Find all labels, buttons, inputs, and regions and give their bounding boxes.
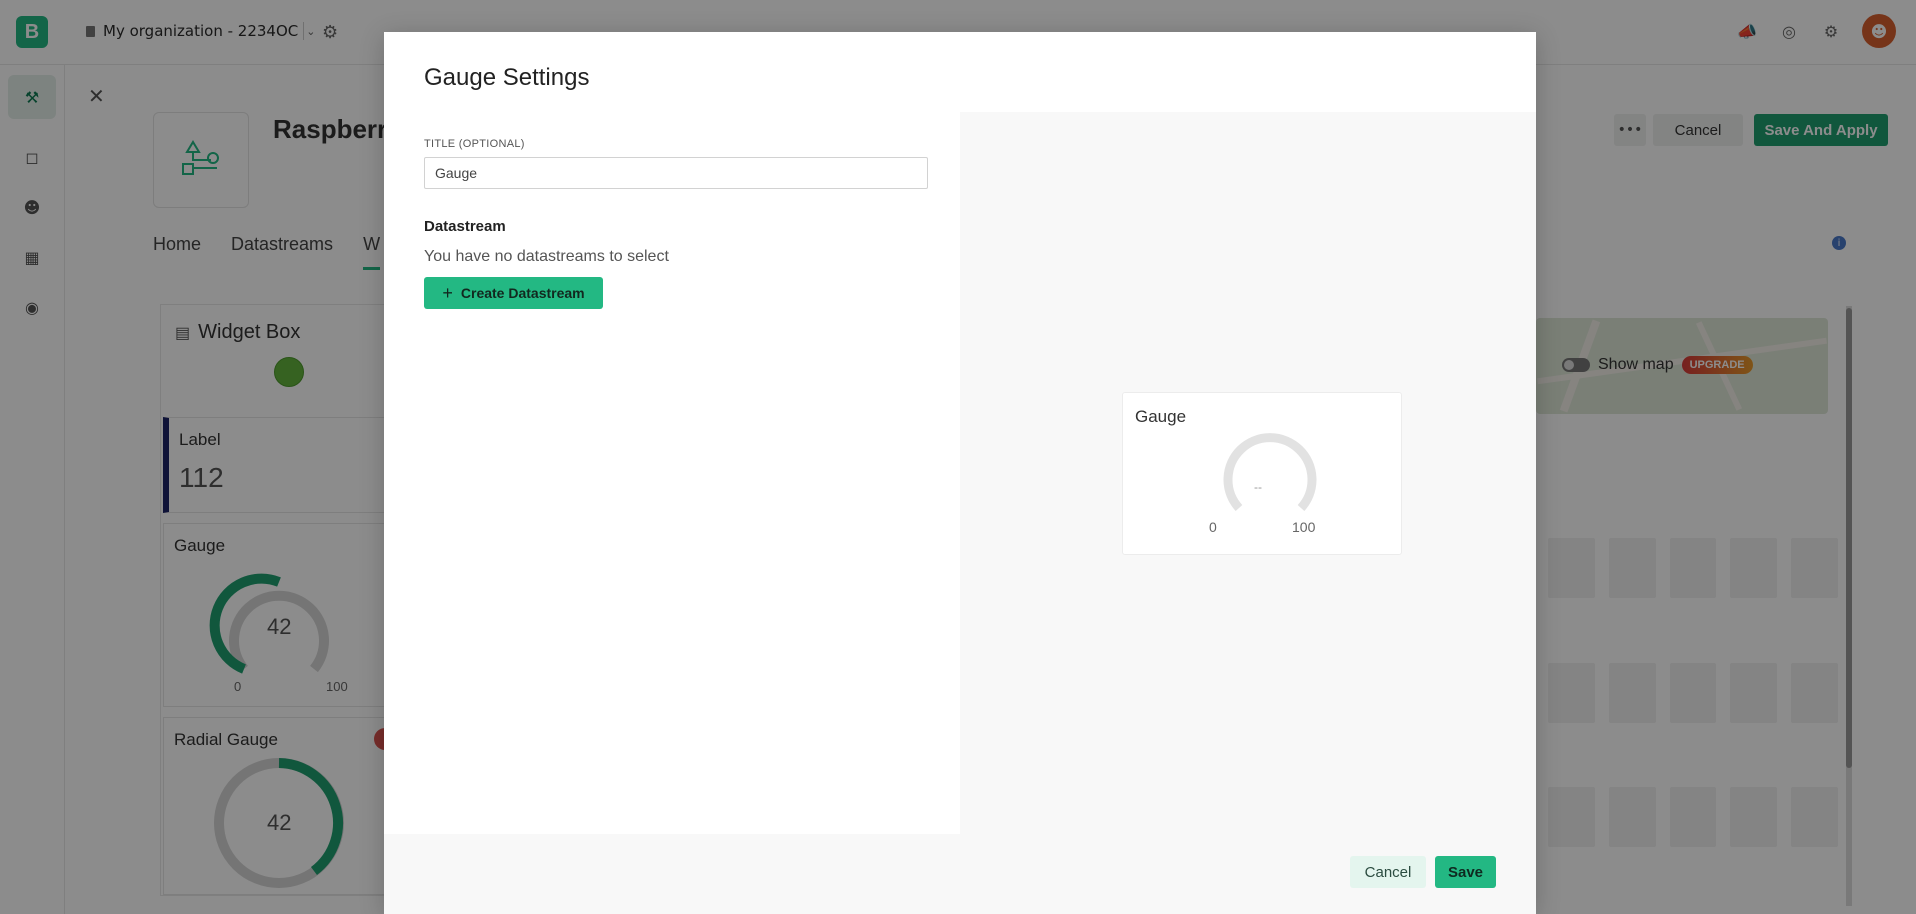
dialog-save-button[interactable]: Save bbox=[1435, 856, 1496, 888]
gauge-preview-card: Gauge -- 0 100 bbox=[1122, 392, 1402, 555]
create-datastream-label: Create Datastream bbox=[460, 285, 585, 301]
gauge-preview-arc bbox=[1223, 433, 1317, 512]
title-input[interactable] bbox=[424, 157, 928, 189]
dialog-title: Gauge Settings bbox=[424, 64, 590, 91]
dialog-cancel-button[interactable]: Cancel bbox=[1350, 856, 1426, 888]
gauge-preview-max: 100 bbox=[1292, 519, 1316, 535]
plus-icon: + bbox=[442, 282, 453, 303]
gauge-settings-dialog: Gauge Settings TITLE (OPTIONAL) Datastre… bbox=[384, 32, 1536, 914]
no-datastreams-message: You have no datastreams to select bbox=[424, 248, 669, 265]
datastream-heading: Datastream bbox=[424, 218, 506, 235]
create-datastream-button[interactable]: + Create Datastream bbox=[424, 277, 603, 309]
gauge-preview-min: 0 bbox=[1209, 519, 1217, 535]
title-field-label: TITLE (OPTIONAL) bbox=[424, 138, 525, 150]
gauge-preview-value: -- bbox=[1254, 480, 1262, 494]
